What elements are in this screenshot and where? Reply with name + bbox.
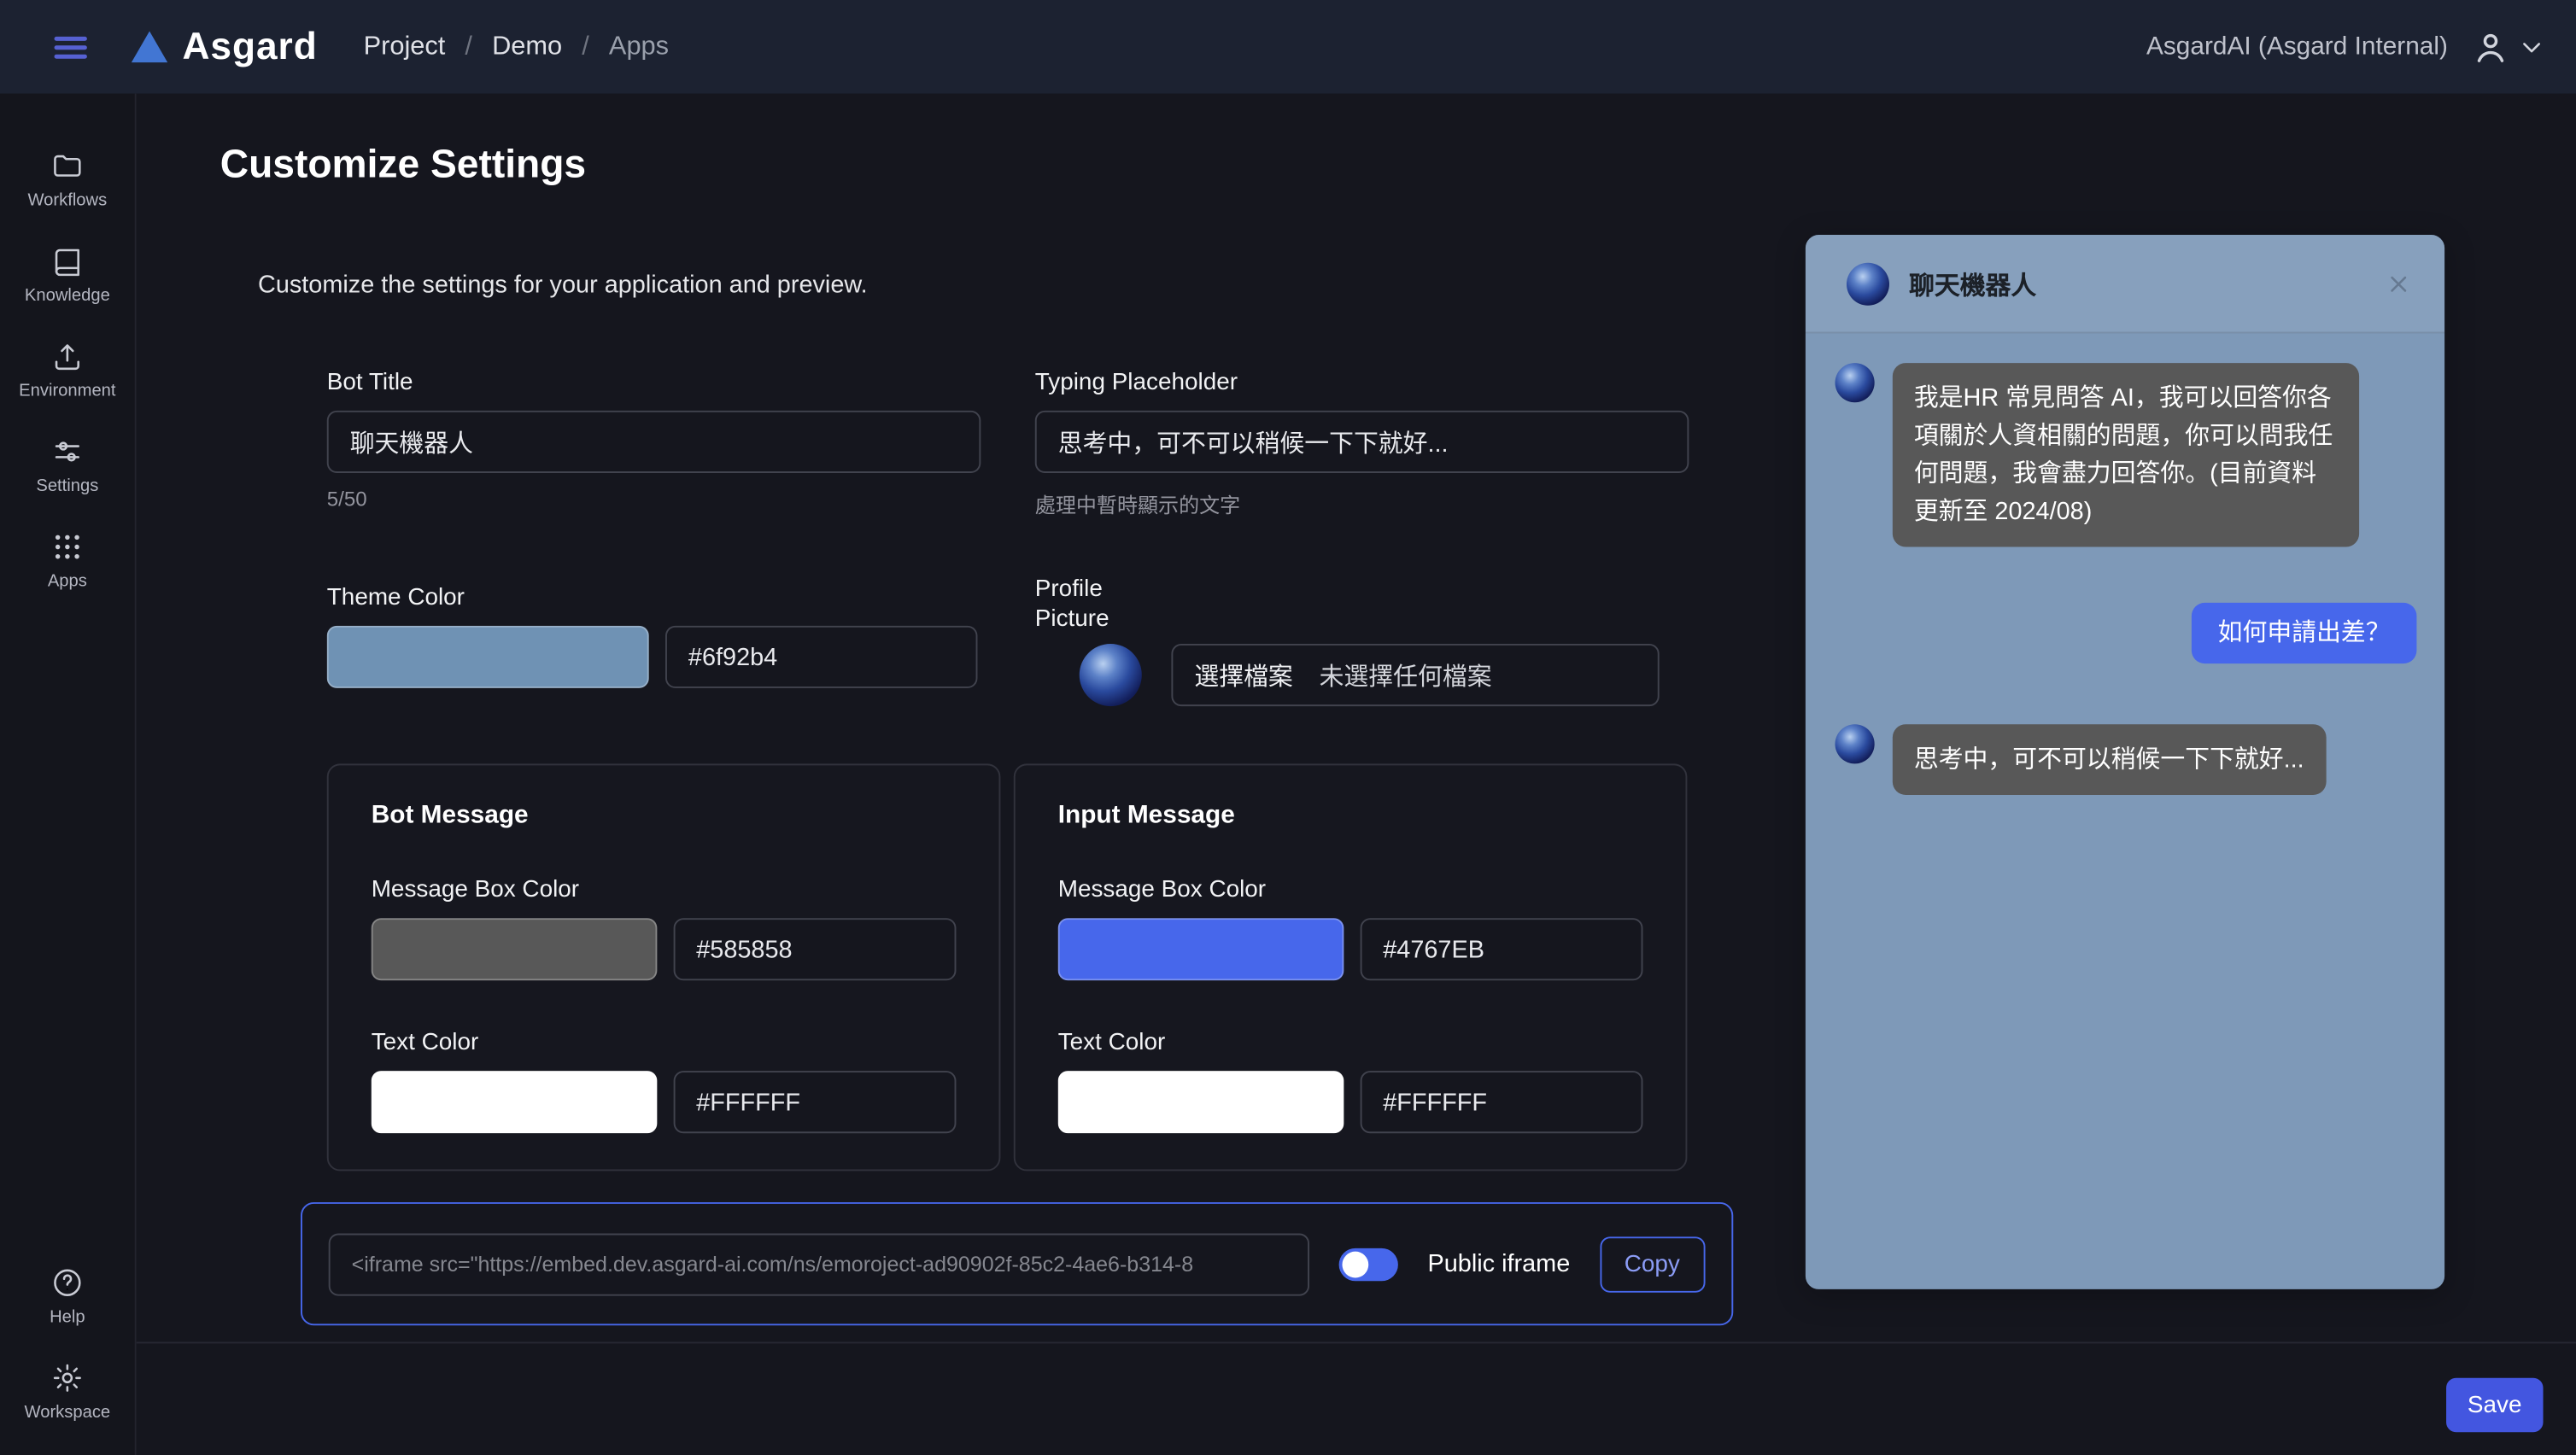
sidebar-item-environment[interactable]: Environment: [0, 330, 135, 411]
input-message-panel-title: Input Message: [1058, 802, 1643, 832]
chat-bot-avatar: [1847, 262, 1889, 305]
breadcrumb-separator: /: [465, 32, 472, 62]
bot-title-input[interactable]: 聊天機器人: [327, 411, 981, 473]
theme-color-hex-input[interactable]: #6f92b4: [665, 626, 977, 688]
brand[interactable]: Asgard: [132, 25, 318, 69]
bot-message-row: 我是HR 常見問答 AI，我可以回答你各項關於人資相關的問題，你可以問我任何問題…: [1835, 363, 2417, 546]
book-icon: [51, 245, 84, 278]
choose-file-button[interactable]: 選擇檔案: [1194, 658, 1292, 692]
sidebar-item-label: Environment: [19, 381, 115, 400]
sidebar-item-apps[interactable]: Apps: [0, 521, 135, 601]
footer-divider: [137, 1341, 2576, 1343]
sidebar-item-workflows[interactable]: Workflows: [0, 139, 135, 219]
chat-title: 聊天機器人: [1909, 266, 2036, 301]
sidebar-item-label: Apps: [48, 571, 87, 591]
breadcrumb-separator: /: [582, 32, 589, 62]
bot-message-text-color-hex-input[interactable]: #FFFFFF: [673, 1071, 956, 1133]
profile-picture-file-input[interactable]: 選擇檔案 未選擇任何檔案: [1171, 644, 1659, 706]
sidebar-item-label: Workspace: [25, 1403, 111, 1423]
bot-title-field: Bot Title 聊天機器人 5/50: [327, 370, 981, 511]
sidebar-item-label: Help: [50, 1307, 85, 1327]
typing-placeholder-field: Typing Placeholder 思考中，可不可以稍候一下下就好... 處理…: [1035, 370, 1689, 519]
theme-color-field: Theme Color #6f92b4: [327, 585, 978, 688]
file-status-text: 未選擇任何檔案: [1320, 658, 1492, 692]
chat-bot-avatar: [1835, 363, 1875, 402]
input-message-text-color-swatch[interactable]: [1058, 1071, 1344, 1133]
page-title: Customize Settings: [220, 143, 586, 189]
app: Asgard Project / Demo / Apps AsgardAI (A…: [0, 0, 2576, 1455]
input-message-panel: Input Message Message Box Color #4767EB …: [1014, 763, 1688, 1171]
public-iframe-toggle[interactable]: [1339, 1248, 1398, 1280]
gear-icon: [51, 1362, 84, 1394]
brand-name: Asgard: [183, 25, 318, 69]
bot-title-counter: 5/50: [327, 488, 981, 511]
iframe-code-input[interactable]: <iframe src="https://embed.dev.asgard-ai…: [329, 1233, 1309, 1295]
embed-iframe-section: <iframe src="https://embed.dev.asgard-ai…: [301, 1202, 1733, 1325]
bot-message-text-color-swatch[interactable]: [372, 1071, 657, 1133]
question-circle-icon: [51, 1266, 84, 1299]
chat-preview-header: 聊天機器人: [1806, 235, 2444, 333]
chat-message-list: 我是HR 常見問答 AI，我可以回答你各項關於人資相關的問題，你可以問我任何問題…: [1806, 333, 2444, 794]
bot-message-box-color-hex-input[interactable]: #585858: [673, 918, 956, 980]
sidebar-item-workspace[interactable]: Workspace: [0, 1352, 135, 1432]
chat-preview-panel: 聊天機器人 我是HR 常見問答 AI，我可以回答你各項關於人資相關的問題，你可以…: [1806, 235, 2444, 1289]
typing-placeholder-input[interactable]: 思考中，可不可以稍候一下下就好...: [1035, 411, 1689, 473]
close-icon[interactable]: [2386, 270, 2412, 296]
chevron-down-icon[interactable]: [2517, 32, 2547, 62]
hamburger-menu-button[interactable]: [50, 26, 92, 68]
bot-message-text-color-label: Text Color: [372, 1030, 957, 1056]
chat-bot-avatar: [1835, 724, 1875, 763]
topbar: Asgard Project / Demo / Apps AsgardAI (A…: [0, 0, 2576, 94]
sidebar-item-label: Workflows: [27, 190, 107, 210]
sidebar-item-settings[interactable]: Settings: [0, 425, 135, 505]
public-iframe-label: Public iframe: [1427, 1250, 1570, 1278]
page-subtitle: Customize the settings for your applicat…: [258, 271, 868, 299]
input-message-box-color-label: Message Box Color: [1058, 877, 1643, 903]
bot-message-bubble: 我是HR 常見問答 AI，我可以回答你各項關於人資相關的問題，你可以問我任何問題…: [1893, 363, 2359, 546]
input-message-box-color-hex-input[interactable]: #4767EB: [1360, 918, 1642, 980]
input-message-text-color-hex-input[interactable]: #FFFFFF: [1360, 1071, 1642, 1133]
theme-color-swatch[interactable]: [327, 626, 649, 688]
sliders-icon: [51, 435, 84, 468]
breadcrumb: Project / Demo / Apps: [364, 32, 669, 62]
copy-button[interactable]: Copy: [1600, 1236, 1705, 1291]
profile-picture-label: Profile Picture: [1035, 575, 1131, 634]
bot-message-panel: Bot Message Message Box Color #585858 Te…: [327, 763, 1001, 1171]
sidebar-item-help[interactable]: Help: [0, 1256, 135, 1336]
bot-message-row: 思考中，可不可以稍候一下下就好...: [1835, 724, 2417, 795]
profile-picture-avatar: [1080, 644, 1142, 706]
input-message-box-color-swatch[interactable]: [1058, 918, 1344, 980]
profile-picture-field: Profile Picture 選擇檔案 未選擇任何檔案: [1035, 575, 1660, 706]
breadcrumb-demo[interactable]: Demo: [492, 32, 562, 62]
folder-icon: [51, 149, 84, 182]
save-button[interactable]: Save: [2446, 1378, 2544, 1432]
user-message-bubble: 如何申請出差？: [2192, 603, 2417, 663]
main-content: Customize Settings Customize the setting…: [137, 94, 2576, 1455]
asgard-logo-icon: [132, 32, 167, 63]
bot-message-panel-title: Bot Message: [372, 802, 957, 832]
breadcrumb-apps[interactable]: Apps: [609, 32, 669, 62]
grid-dots-icon: [51, 530, 84, 563]
bot-typing-bubble: 思考中，可不可以稍候一下下就好...: [1893, 724, 2326, 795]
upload-icon: [51, 340, 84, 372]
hamburger-icon: [50, 26, 92, 68]
sidebar-item-label: Settings: [36, 476, 98, 496]
bot-message-box-color-swatch[interactable]: [372, 918, 657, 980]
typing-placeholder-label: Typing Placeholder: [1035, 370, 1689, 396]
bot-title-label: Bot Title: [327, 370, 981, 396]
typing-placeholder-helper: 處理中暫時顯示的文字: [1035, 488, 1689, 519]
sidebar-item-knowledge[interactable]: Knowledge: [0, 235, 135, 315]
input-message-text-color-label: Text Color: [1058, 1030, 1643, 1056]
user-avatar-icon[interactable]: [2471, 27, 2510, 67]
user-message-row: 如何申請出差？: [1835, 603, 2417, 663]
sidebar: Workflows Knowledge Environment: [0, 94, 137, 1455]
account-name: AsgardAI (Asgard Internal): [2146, 32, 2448, 62]
sidebar-item-label: Knowledge: [25, 286, 110, 306]
breadcrumb-project[interactable]: Project: [364, 32, 446, 62]
theme-color-label: Theme Color: [327, 585, 978, 611]
toggle-knob: [1342, 1251, 1368, 1277]
bot-message-box-color-label: Message Box Color: [372, 877, 957, 903]
